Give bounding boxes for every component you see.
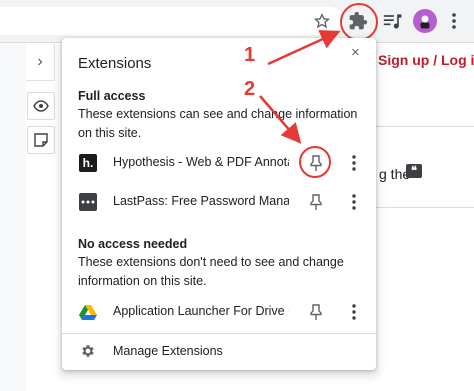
annotation-arrows [259,30,341,144]
arrow-1 [267,30,341,66]
step-number-1: 1 [244,44,256,66]
arrow-2 [259,95,302,144]
step-number-2: 2 [244,78,256,100]
